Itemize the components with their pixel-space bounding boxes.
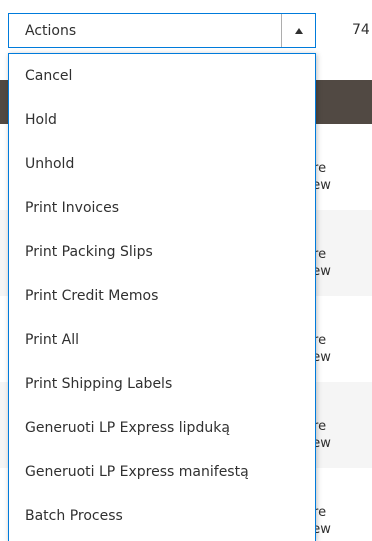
arrow-up-icon	[294, 27, 303, 34]
records-found-count: 74	[352, 22, 370, 38]
page: tore View tore View tore View tore View …	[0, 0, 372, 541]
menu-item-print-packing-slips[interactable]: Print Packing Slips	[9, 230, 315, 274]
menu-item-cancel[interactable]: Cancel	[9, 54, 315, 98]
actions-dropdown-menu: Cancel Hold Unhold Print Invoices Print …	[8, 53, 316, 541]
menu-item-hold[interactable]: Hold	[9, 98, 315, 142]
menu-item-generate-lp-express-label[interactable]: Generuoti LP Express lipduką	[9, 406, 315, 450]
menu-item-generate-lp-express-manifest[interactable]: Generuoti LP Express manifestą	[9, 450, 315, 494]
menu-item-print-credit-memos[interactable]: Print Credit Memos	[9, 274, 315, 318]
actions-select-label: Actions	[25, 22, 77, 39]
menu-item-print-shipping-labels[interactable]: Print Shipping Labels	[9, 362, 315, 406]
menu-item-print-all[interactable]: Print All	[9, 318, 315, 362]
actions-select[interactable]: Actions	[8, 13, 316, 48]
menu-item-batch-process[interactable]: Batch Process	[9, 494, 315, 538]
actions-toggle-button[interactable]	[281, 14, 315, 47]
menu-item-unhold[interactable]: Unhold	[9, 142, 315, 186]
menu-item-print-invoices[interactable]: Print Invoices	[9, 186, 315, 230]
